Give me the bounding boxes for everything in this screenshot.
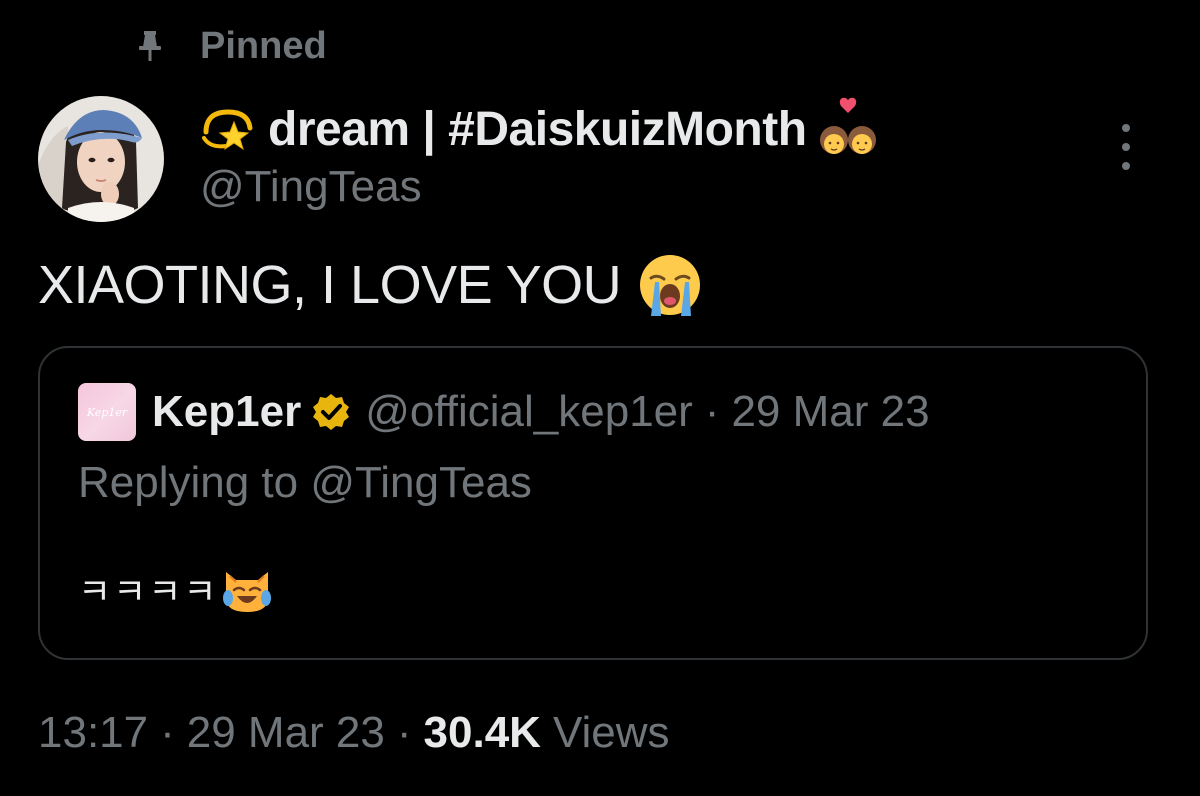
tweet-text-row: XIAOTING, I LOVE YOU <box>38 252 703 318</box>
kep1er-avatar-logo: Kep1er <box>86 405 128 419</box>
tweet-header: dream | #DaiskuizMonth @TingTeas <box>200 96 881 212</box>
meta-separator: · <box>704 387 720 436</box>
tweet-date[interactable]: 29 Mar 23 <box>187 708 385 758</box>
tweet-text: XIAOTING, I LOVE YOU <box>38 255 622 315</box>
couple-with-heart-icon <box>815 96 881 162</box>
loudly-crying-face-icon <box>637 252 703 318</box>
quoted-date[interactable]: 29 Mar 23 <box>731 387 929 437</box>
quoted-handle[interactable]: @official_kep1er <box>365 387 693 437</box>
verified-badge-icon <box>311 392 351 432</box>
footer-separator: · <box>160 708 175 757</box>
sparkle-star-icon <box>200 104 256 154</box>
more-dot <box>1122 124 1130 132</box>
more-dot <box>1122 162 1130 170</box>
pin-icon <box>136 29 164 63</box>
quoted-tweet-header: Kep1er Kep1er @official_kep1er · 29 Mar … <box>78 383 930 441</box>
replying-to-label[interactable]: Replying to @TingTeas <box>78 458 532 508</box>
author-avatar[interactable] <box>38 96 164 222</box>
tweet-footer: 13:17 · 29 Mar 23 · 30.4K Views <box>38 708 670 758</box>
pinned-indicator: Pinned <box>136 22 327 70</box>
quoted-tweet-card[interactable]: Kep1er Kep1er @official_kep1er · 29 Mar … <box>38 346 1148 660</box>
quoted-author-name[interactable]: Kep1er <box>152 387 301 437</box>
quoted-tweet-text: ㅋㅋㅋㅋ <box>78 571 219 612</box>
kep1er-avatar[interactable]: Kep1er <box>78 383 136 441</box>
display-name-row[interactable]: dream | #DaiskuizMonth <box>200 96 881 162</box>
views-count[interactable]: 30.4K <box>424 708 541 758</box>
cat-tears-of-joy-icon <box>220 562 274 616</box>
tweet-time[interactable]: 13:17 <box>38 708 148 758</box>
author-handle[interactable]: @TingTeas <box>200 162 881 212</box>
footer-separator: · <box>396 708 412 757</box>
quoted-body-row: ㅋㅋㅋㅋ <box>78 562 274 616</box>
views-label: Views <box>552 708 670 757</box>
more-options-button[interactable] <box>1112 124 1140 170</box>
author-display-name: dream | #DaiskuizMonth <box>268 102 807 156</box>
more-dot <box>1122 143 1130 151</box>
pinned-label: Pinned <box>200 24 327 67</box>
